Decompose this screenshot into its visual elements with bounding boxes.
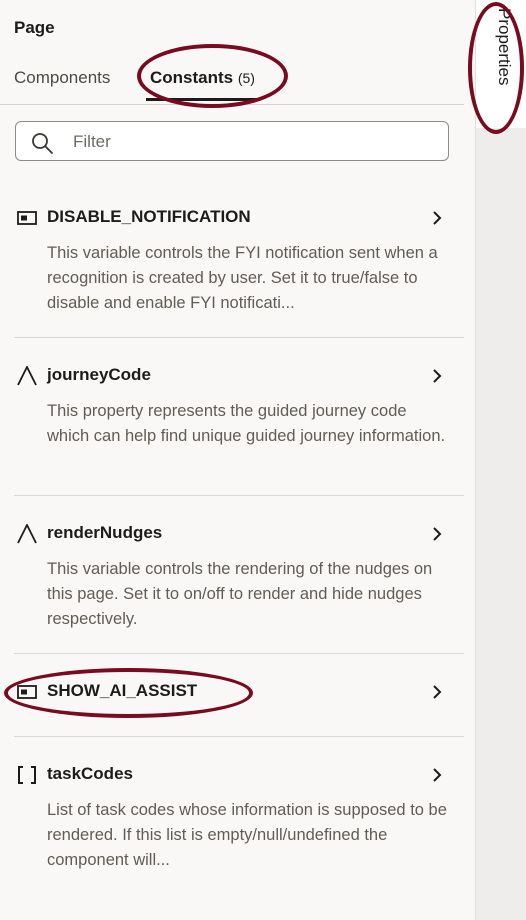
tab-bar: Components Constants (5) — [0, 58, 464, 106]
list-divider — [14, 495, 464, 496]
page-panel: Page Components Constants (5) DISABLE_NO… — [0, 0, 475, 920]
chevron-right-icon — [430, 208, 444, 233]
constant-name: DISABLE_NOTIFICATION — [47, 207, 251, 226]
constant-description: List of task codes whose information is … — [47, 801, 447, 869]
boolean-toggle-icon — [14, 205, 40, 231]
constant-item-render-nudges[interactable]: renderNudges This variable controls the … — [0, 521, 464, 631]
constant-description: This variable controls the rendering of … — [47, 560, 433, 628]
string-type-icon — [14, 521, 40, 547]
list-divider — [14, 736, 464, 737]
string-type-icon — [14, 363, 40, 389]
constant-description: This property represents the guided jour… — [47, 402, 446, 445]
filter-field[interactable] — [15, 121, 449, 161]
constant-name: SHOW_AI_ASSIST — [47, 681, 198, 700]
array-type-icon — [14, 762, 40, 788]
constant-name: renderNudges — [47, 523, 163, 542]
tab-constants-count: (5) — [237, 70, 255, 86]
chevron-right-icon — [430, 366, 444, 391]
constant-item-task-codes[interactable]: taskCodes List of task codes whose infor… — [0, 762, 464, 872]
list-divider — [14, 337, 464, 338]
boolean-toggle-icon — [14, 679, 40, 705]
filter-input[interactable] — [71, 128, 435, 156]
constant-item-disable-notification[interactable]: DISABLE_NOTIFICATION This variable contr… — [0, 205, 464, 315]
tab-components[interactable]: Components — [14, 68, 110, 88]
chevron-right-icon — [430, 682, 444, 707]
constant-item-journey-code[interactable]: journeyCode This property represents the… — [0, 363, 464, 473]
properties-tab[interactable]: Properties — [476, 0, 526, 128]
chevron-right-icon — [430, 524, 444, 549]
chevron-right-icon — [430, 765, 444, 790]
list-divider — [14, 653, 464, 654]
tab-constants[interactable]: Constants (5) — [150, 68, 255, 88]
active-tab-indicator — [146, 98, 260, 101]
constant-name: journeyCode — [47, 365, 151, 384]
constant-name: taskCodes — [47, 764, 133, 783]
tab-constants-label: Constants — [150, 68, 234, 87]
properties-tab-label: Properties — [495, 8, 514, 86]
constant-description: This variable controls the FYI notificat… — [47, 244, 438, 312]
search-icon — [32, 133, 53, 154]
page-title: Page — [14, 18, 55, 37]
tabs-divider — [0, 104, 464, 105]
right-rail: Properties — [475, 0, 526, 920]
constant-item-show-ai-assist[interactable]: SHOW_AI_ASSIST — [0, 679, 464, 709]
